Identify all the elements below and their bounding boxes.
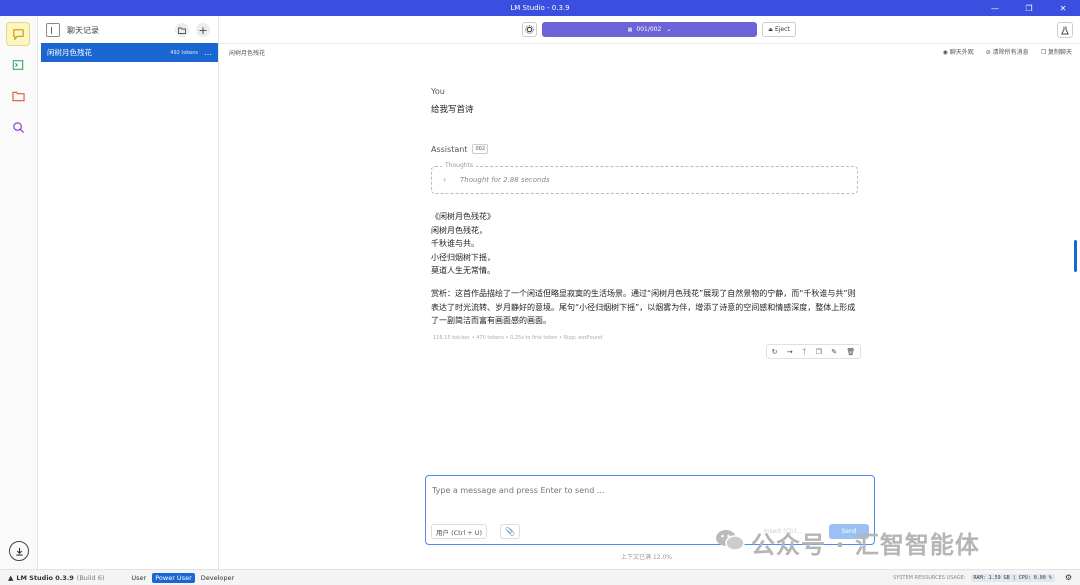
message-actions: ↻ → ᛉ ❐ ✎ 🗑 xyxy=(766,344,861,359)
generation-stats: 116.15 tok/sec • 470 tokens • 0.25s to f… xyxy=(433,335,603,341)
user-message: 给我写首诗 xyxy=(431,105,474,115)
eject-button[interactable]: ⏏ Eject xyxy=(762,22,796,37)
status-bar: ▲ LM Studio 0.3.9 (Build 6) User Power U… xyxy=(0,569,1080,585)
chat-list-item[interactable]: 闲树月色残花 492 tokens … xyxy=(41,43,218,62)
flask-icon[interactable] xyxy=(1057,22,1073,38)
mode-power-user[interactable]: Power User xyxy=(152,572,195,583)
model-icon: ▦ xyxy=(627,26,633,33)
model-selector[interactable]: ▦ 001/002 ⌄ xyxy=(542,22,757,37)
resource-badge: RAM: 1.59 GB | CPU: 0.00 % xyxy=(970,573,1055,582)
chat-item-tokens: 492 tokens xyxy=(170,49,198,56)
close-button[interactable]: ✕ xyxy=(1046,4,1080,13)
resources-label: SYSTEM RESOURCES USAGE: xyxy=(893,574,966,581)
mode-switcher: User Power User Developer xyxy=(128,572,237,583)
chat-area: You 给我写首诗 Assistant 002 Thoughts › Thoug… xyxy=(219,60,1080,569)
context-usage: 上下文已满 12.0% xyxy=(621,554,672,561)
thoughts-box[interactable]: Thoughts › Thought for 2.88 seconds xyxy=(431,162,858,194)
scrollbar[interactable] xyxy=(1074,240,1077,272)
poem-block: 《闲树月色残花》 闲树月色残花， 千秋谁与共。 小径归烟树下摇， 莫道人生无常情… xyxy=(431,210,495,278)
poem-line: 千秋谁与共。 xyxy=(431,239,479,248)
poem-line: 小径归烟树下摇， xyxy=(431,252,495,262)
clear-messages-button[interactable]: ⊘ 清除所有消息 xyxy=(986,47,1029,56)
sidebar-title: 聊天记录 xyxy=(67,25,99,35)
chevron-right-icon: › xyxy=(443,175,447,184)
thoughts-summary: Thought for 2.88 seconds xyxy=(460,176,550,184)
appearance-button[interactable]: ◉ 聊天外观 xyxy=(943,47,974,56)
duplicate-chat-button[interactable]: ❐ 复制聊天 xyxy=(1041,47,1072,56)
minimize-button[interactable]: — xyxy=(978,4,1012,13)
settings-icon[interactable]: ⚙ xyxy=(1065,573,1072,582)
chat-sidebar: 聊天记录 + 闲树月色残花 492 tokens … xyxy=(38,16,219,569)
watermark-text: 公众号 · 汇智智能体 xyxy=(751,531,980,559)
user-role-label: You xyxy=(431,87,445,96)
developer-nav-button[interactable] xyxy=(6,53,30,77)
download-icon xyxy=(15,547,24,556)
poem-line: 闲树月色残花， xyxy=(431,225,487,235)
new-chat-icon[interactable]: + xyxy=(196,23,210,37)
ram-usage: RAM: 1.59 GB xyxy=(973,574,1010,581)
build-label: (Build 6) xyxy=(76,573,105,582)
attach-button[interactable]: 📎 xyxy=(500,524,520,539)
app-version: LM Studio 0.3.9 xyxy=(16,573,74,582)
assistant-role-label: Assistant xyxy=(431,144,468,154)
downloads-button[interactable] xyxy=(9,541,29,561)
sidebar-toggle-icon[interactable] xyxy=(46,23,60,37)
poem-line: 《闲树月色残花》 xyxy=(431,212,495,221)
branch-icon[interactable]: ᛉ xyxy=(802,348,806,356)
terminal-icon xyxy=(12,59,24,71)
window-title: LM Studio - 0.3.9 xyxy=(510,4,570,12)
regenerate-icon[interactable]: ↻ xyxy=(772,348,778,356)
model-selector-label: 001/002 xyxy=(636,26,662,33)
role-toggle-button[interactable]: 用户 (Ctrl + U) xyxy=(431,524,488,539)
message-input[interactable] xyxy=(432,482,852,498)
restore-button[interactable]: ❐ xyxy=(1012,4,1046,13)
settings-gear-icon[interactable] xyxy=(522,22,537,37)
models-nav-button[interactable] xyxy=(6,84,30,108)
mode-developer[interactable]: Developer xyxy=(198,573,237,583)
paperclip-icon: 📎 xyxy=(505,527,515,536)
poem-line: 莫道人生无常情。 xyxy=(431,266,495,275)
more-icon[interactable]: … xyxy=(204,48,212,57)
palette-icon: ◉ xyxy=(942,49,950,56)
wechat-icon xyxy=(715,528,745,558)
sidebar-header: 聊天记录 + xyxy=(38,16,218,44)
eject-icon: ⏏ xyxy=(768,26,773,33)
window-titlebar: LM Studio - 0.3.9 — ❐ ✕ xyxy=(0,0,1080,16)
delete-icon[interactable]: 🗑 xyxy=(846,348,855,356)
chevron-down-icon: ⌄ xyxy=(666,26,672,33)
new-folder-icon[interactable] xyxy=(175,23,189,37)
watermark: 公众号 · 汇智智能体 xyxy=(715,525,980,560)
analysis-paragraph: 赏析：这首作品描绘了一个闲适但略显寂寞的生活场景。通过“闲树月色残花”展现了自然… xyxy=(431,289,856,325)
edit-icon[interactable]: ✎ xyxy=(831,348,837,356)
copy-message-icon[interactable]: ❐ xyxy=(816,348,822,356)
chat-icon xyxy=(12,28,25,41)
continue-icon[interactable]: → xyxy=(787,348,793,356)
copy-icon: ❐ xyxy=(1040,49,1048,56)
search-icon xyxy=(12,121,25,134)
app-logo-icon: ▲ xyxy=(8,573,14,582)
folder-icon xyxy=(11,90,25,102)
chat-nav-button[interactable] xyxy=(6,22,30,46)
cpu-usage: CPU: 0.00 % xyxy=(1018,574,1052,581)
chat-title-label: 闲树月色残花 xyxy=(229,50,266,57)
discover-nav-button[interactable] xyxy=(6,115,30,139)
clear-icon: ⊘ xyxy=(985,49,993,56)
mode-user[interactable]: User xyxy=(128,573,149,583)
chat-item-title: 闲树月色残花 xyxy=(47,48,92,57)
eject-label: Eject xyxy=(774,26,790,33)
top-bar: ▦ 001/002 ⌄ ⏏ Eject xyxy=(219,16,1080,44)
chat-sub-bar: 闲树月色残花 ◉ 聊天外观 ⊘ 清除所有消息 ❐ 复制聊天 xyxy=(219,44,1080,60)
model-badge: 002 xyxy=(472,144,488,154)
icon-rail xyxy=(0,16,38,569)
thoughts-label: Thoughts xyxy=(442,162,477,169)
